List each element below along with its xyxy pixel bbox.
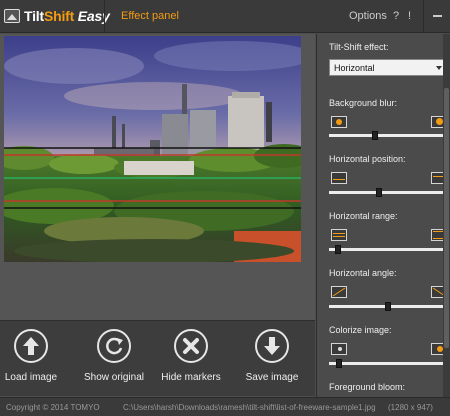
logo-text: TiltShift Easy — [24, 8, 110, 24]
info-button[interactable]: ! — [408, 10, 411, 22]
logo-shift: Shift — [43, 8, 75, 24]
slider-thumb[interactable] — [385, 302, 391, 311]
colorize-image-slider[interactable] — [329, 359, 447, 368]
file-path: C:\Users\harsh\Downloads\ramesh\tilt-shi… — [123, 403, 376, 412]
refresh-icon — [97, 329, 131, 363]
picture-icon — [4, 9, 20, 23]
save-image-label: Save image — [245, 372, 299, 383]
minimize-button[interactable] — [433, 15, 442, 17]
title-divider — [423, 0, 424, 33]
blur-low-icon — [331, 116, 347, 128]
show-original-label: Show original — [83, 372, 145, 383]
angle-left-icon — [331, 286, 347, 298]
slider-thumb[interactable] — [336, 359, 342, 368]
slider-thumb[interactable] — [376, 188, 382, 197]
horizontal-angle-label: Horizontal angle: — [329, 268, 397, 278]
slider-thumb[interactable] — [372, 131, 378, 140]
arrow-up-icon — [14, 329, 48, 363]
horizontal-angle-slider[interactable] — [329, 302, 447, 311]
horizontal-range-slider[interactable] — [329, 245, 447, 254]
effect-settings-panel: Tilt-Shift effect: Horizontal Background… — [316, 34, 450, 397]
panel-scrollbar-thumb[interactable] — [444, 88, 449, 348]
slider-thumb[interactable] — [335, 245, 341, 254]
title-divider — [104, 0, 105, 33]
tilt-shift-effect-label: Tilt-Shift effect: — [329, 42, 389, 52]
app-logo: TiltShift Easy — [4, 8, 110, 24]
close-icon — [174, 329, 208, 363]
image-dimensions: (1280 x 947) — [388, 403, 433, 412]
colorize-off-icon — [331, 343, 347, 355]
effect-panel-tab[interactable]: Effect panel — [121, 10, 179, 22]
title-bar: TiltShift Easy Effect panel Options ? ! — [0, 0, 450, 33]
tilt-shift-effect-select[interactable]: Horizontal — [329, 59, 447, 76]
horizontal-position-slider[interactable] — [329, 188, 447, 197]
arrow-down-icon — [255, 329, 289, 363]
horizontal-position-label: Horizontal position: — [329, 154, 406, 164]
foreground-bloom-label: Foreground bloom: — [329, 382, 406, 392]
position-top-icon — [331, 172, 347, 184]
range-narrow-icon — [331, 229, 347, 241]
horizontal-range-label: Horizontal range: — [329, 211, 398, 221]
background-blur-label: Background blur: — [329, 98, 398, 108]
status-bar: Copyright © 2014 TOMYO C:\Users\harsh\Do… — [0, 397, 450, 416]
show-original-button[interactable]: Show original — [79, 329, 149, 391]
hide-markers-label: Hide markers — [161, 372, 221, 383]
bottom-toolbar: Load image Show original Hide markers Sa… — [0, 320, 315, 396]
chevron-down-icon — [436, 66, 442, 70]
app-window: TiltShift Easy Effect panel Options ? ! — [0, 0, 450, 416]
hide-markers-button[interactable]: Hide markers — [156, 329, 226, 391]
preview-image — [4, 36, 301, 262]
load-image-button[interactable]: Load image — [0, 329, 66, 391]
copyright-text: Copyright © 2014 TOMYO — [6, 403, 100, 412]
colorize-image-label: Colorize image: — [329, 325, 392, 335]
background-blur-slider[interactable] — [329, 131, 447, 140]
tilt-shift-effect-value: Horizontal — [334, 63, 375, 73]
help-button[interactable]: ? — [393, 10, 399, 22]
load-image-label: Load image — [4, 372, 58, 383]
save-image-button[interactable]: Save image — [237, 329, 307, 391]
options-menu[interactable]: Options — [349, 10, 387, 22]
logo-tilt: Tilt — [24, 8, 44, 24]
